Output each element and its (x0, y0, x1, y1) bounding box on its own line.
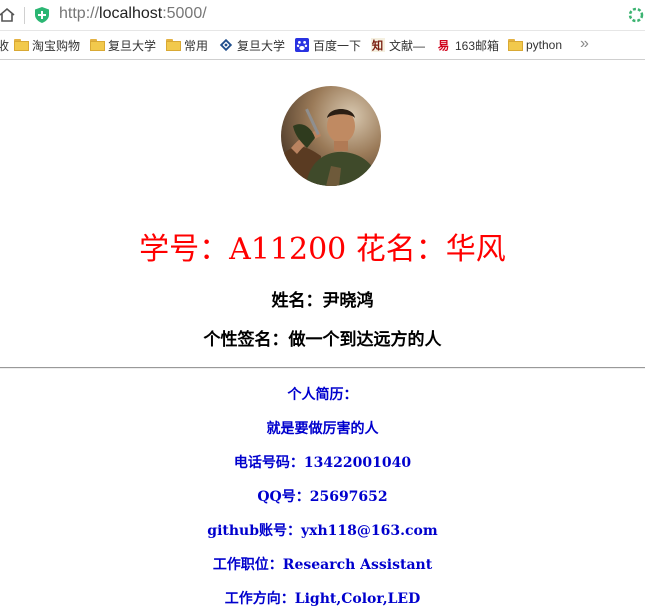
bookmark-partial[interactable]: 收 (0, 37, 9, 53)
bookmark-python[interactable]: python (508, 37, 562, 53)
bookmark-label: 常用 (184, 38, 209, 53)
bookmark-label: 复旦大学 (237, 38, 286, 53)
page-title: 学号：A11200 花名：华风 (139, 232, 506, 267)
svg-text:知: 知 (371, 38, 383, 52)
folder-icon (14, 39, 29, 51)
baidu-icon (295, 38, 309, 52)
bookmark-label: 文献— (389, 38, 426, 53)
folder-icon (508, 39, 523, 51)
bookmark-163mail[interactable]: 易 163邮箱 (436, 37, 499, 53)
divider (0, 367, 645, 369)
bookmark-partial-label: 收 (0, 37, 9, 54)
avatar-photo (281, 86, 381, 186)
security-shield-icon[interactable] (35, 7, 49, 23)
bookmark-baidu[interactable]: 百度一下 (294, 37, 361, 53)
loading-spinner-icon (628, 7, 644, 23)
bookmark-label: 百度一下 (313, 38, 362, 53)
bookmark-label: 复旦大学 (108, 38, 157, 53)
bookmark-literature[interactable]: 知 文献— (370, 37, 425, 53)
bookmark-common[interactable]: 常用 (166, 37, 208, 53)
bookmark-label: 淘宝购物 (32, 38, 81, 53)
svg-text:易: 易 (438, 38, 449, 52)
folder-icon (90, 39, 105, 51)
bookmark-label: 163邮箱 (455, 38, 500, 53)
work-direction: 工作方向：Light,Color,LED (224, 591, 421, 607)
profile-name: 姓名：尹晓鸿 (271, 291, 374, 311)
profile-signature: 个性签名：做一个到达远方的人 (203, 330, 442, 350)
phone-number: 电话号码：13422001040 (233, 455, 412, 471)
url-suffix: :5000/ (162, 5, 207, 22)
bookmarks-bar: 收 淘宝购物 复旦大学 常用 复旦大学 百度一下 知 文献— (0, 31, 645, 60)
bookmarks-more-chevron-icon[interactable]: » (580, 35, 589, 53)
url-prefix: http:// (59, 5, 100, 22)
address-bar[interactable]: http://localhost:5000/ (59, 5, 207, 23)
avatar (281, 86, 381, 186)
work-position: 工作职位：Research Assistant (212, 557, 433, 573)
resume-text: 就是要做厉害的人 (266, 421, 379, 437)
bookmark-taobao[interactable]: 淘宝购物 (14, 37, 80, 53)
home-icon[interactable] (0, 6, 16, 24)
browser-toolbar: http://localhost:5000/ (0, 0, 645, 31)
mail163-icon: 易 (437, 38, 451, 52)
bookmark-label: python (526, 38, 563, 52)
zhi-icon: 知 (371, 38, 385, 52)
bookmark-fudan-site[interactable]: 复旦大学 (218, 37, 285, 53)
qq-number: QQ号：25697652 (257, 489, 388, 505)
bookmark-fudan-folder[interactable]: 复旦大学 (90, 37, 156, 53)
fudan-logo-icon (219, 38, 233, 52)
toolbar-separator (24, 7, 25, 24)
github-account: github账号：yxh118@163.com (207, 523, 438, 539)
folder-icon (166, 39, 181, 51)
url-host: localhost (99, 5, 163, 22)
resume-heading: 个人简历： (287, 387, 358, 403)
